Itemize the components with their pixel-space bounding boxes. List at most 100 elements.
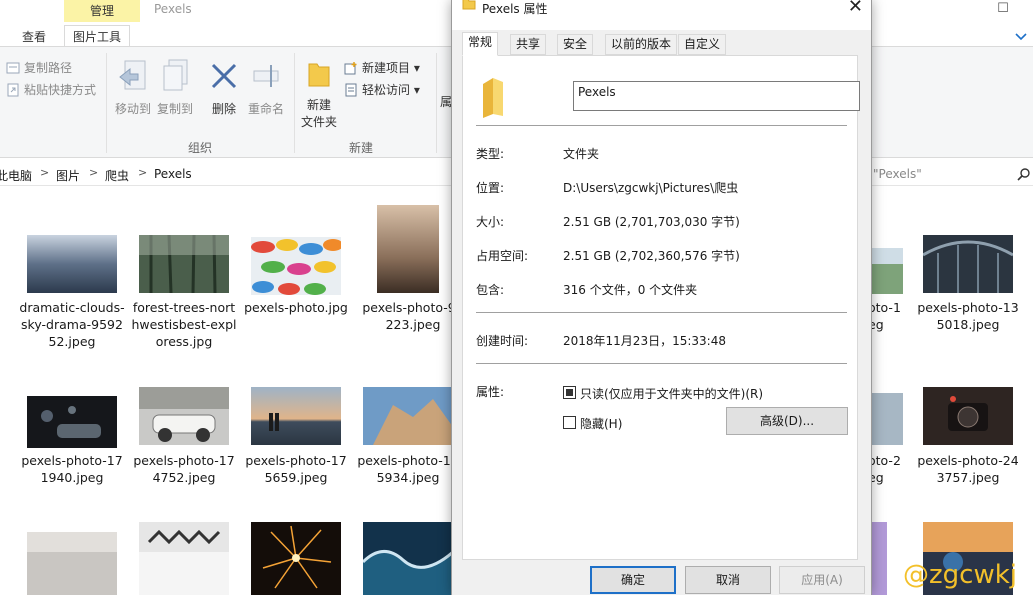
- apply-button[interactable]: 应用(A): [779, 566, 865, 594]
- file-thumbnail[interactable]: [251, 237, 343, 295]
- general-tab-panel: Pexels 类型: 文件夹 位置: D:\Users\zgcwkj\Pictu…: [462, 55, 860, 560]
- chevron-down-icon[interactable]: [1013, 28, 1029, 44]
- file-name-partial[interactable]: oto-2: [868, 452, 908, 469]
- copy-path-label: 复制路径: [24, 61, 73, 75]
- readonly-checkbox[interactable]: [563, 386, 576, 399]
- ribbon-separator: [106, 53, 107, 153]
- new-item-icon: [344, 61, 357, 74]
- close-button[interactable]: ✕: [848, 0, 863, 17]
- tab-general[interactable]: 常规: [462, 32, 499, 56]
- file-name[interactable]: pexels-photo-171940.jpeg: [19, 452, 125, 486]
- delete-x-icon: [211, 63, 237, 89]
- breadcrumb-separator: >: [138, 166, 148, 179]
- file-name[interactable]: pexels-photo-175934.jpeg: [355, 452, 461, 486]
- file-thumbnail[interactable]: [377, 205, 439, 293]
- file-thumbnail[interactable]: [139, 387, 229, 445]
- contains-label: 包含:: [476, 283, 505, 297]
- disk-size-label: 占用空间:: [476, 249, 529, 263]
- window-title: Pexels: [154, 2, 192, 16]
- type-value: 文件夹: [563, 147, 600, 161]
- contextual-tab-manage[interactable]: 管理: [64, 0, 140, 22]
- copy-to-icon: [163, 59, 188, 91]
- divider: [476, 125, 847, 126]
- tab-security[interactable]: 安全: [557, 34, 594, 55]
- file-thumbnail[interactable]: [922, 235, 1014, 293]
- breadcrumb-pictures[interactable]: 图片: [56, 167, 80, 184]
- created-value: 2018年11月23日，15:33:48: [563, 334, 726, 348]
- file-name[interactable]: pexels-photo.jpg: [243, 299, 349, 316]
- rename-icon: [253, 65, 279, 87]
- properties-dialog: Pexels 属性 ✕ 常规 共享 安全 以前的版本 自定义 Pexels 类型…: [451, 0, 872, 595]
- file-name[interactable]: dramatic-clouds-sky-drama-959252.jpeg: [19, 299, 125, 350]
- file-name[interactable]: pexels-photo-135018.jpeg: [915, 299, 1021, 333]
- ribbon-separator: [436, 53, 437, 153]
- hidden-checkbox[interactable]: [563, 416, 576, 429]
- new-folder-button[interactable]: 新建 文件夹: [299, 59, 339, 130]
- move-to-button[interactable]: 移动到: [113, 59, 153, 117]
- ribbon-separator: [294, 53, 295, 153]
- ok-button[interactable]: 确定: [590, 566, 676, 594]
- tab-picture-tools[interactable]: 图片工具: [64, 25, 131, 47]
- new-folder-label-1: 新建: [306, 98, 331, 112]
- search-input[interactable]: "Pexels": [873, 167, 922, 181]
- folder-icon: [308, 63, 330, 87]
- paste-shortcut-button[interactable]: 粘贴快捷方式: [6, 81, 96, 98]
- file-name-partial[interactable]: oto-1: [868, 299, 908, 316]
- paste-shortcut-label: 粘贴快捷方式: [24, 83, 97, 97]
- paste-shortcut-icon: [7, 83, 19, 96]
- watermark-text: @zgcwkj: [903, 560, 1017, 590]
- move-to-icon: [119, 60, 146, 90]
- advanced-button[interactable]: 高级(D)...: [726, 407, 848, 435]
- rename-label: 重命名: [247, 102, 284, 116]
- breadcrumb-crawler[interactable]: 爬虫: [105, 167, 129, 184]
- divider: [476, 312, 847, 313]
- copy-path-icon: [6, 62, 20, 73]
- copy-to-button[interactable]: 复制到: [155, 59, 195, 117]
- file-thumbnail[interactable]: [139, 234, 229, 294]
- readonly-label[interactable]: 只读(仅应用于文件夹中的文件)(R): [580, 385, 763, 402]
- file-thumbnail[interactable]: [363, 387, 453, 445]
- tab-customize[interactable]: 自定义: [678, 34, 727, 55]
- file-thumbnail[interactable]: [27, 235, 117, 293]
- file-thumbnail[interactable]: [871, 522, 887, 595]
- file-thumbnail[interactable]: [923, 387, 1013, 445]
- tab-sharing[interactable]: 共享: [510, 34, 547, 55]
- hidden-label[interactable]: 隐藏(H): [580, 415, 622, 432]
- tab-view[interactable]: 查看: [22, 28, 46, 45]
- easy-access-button[interactable]: 轻松访问 ▾: [344, 81, 420, 98]
- size-value: 2.51 GB (2,701,703,030 字节): [563, 215, 740, 229]
- file-name-partial[interactable]: eg: [868, 316, 908, 333]
- file-thumbnail[interactable]: [871, 393, 903, 445]
- delete-button[interactable]: 删除: [205, 59, 243, 117]
- cancel-button[interactable]: 取消: [685, 566, 771, 594]
- size-label: 大小:: [476, 215, 505, 229]
- file-thumbnail[interactable]: [27, 396, 117, 454]
- file-thumbnail[interactable]: [871, 248, 903, 294]
- tab-previous-versions[interactable]: 以前的版本: [605, 34, 678, 55]
- dialog-titlebar[interactable]: Pexels 属性 ✕: [452, 0, 871, 30]
- file-thumbnail[interactable]: [361, 522, 454, 595]
- file-name[interactable]: pexels-photo-175659.jpeg: [243, 452, 349, 486]
- maximize-button[interactable]: ☐: [980, 0, 1026, 20]
- rename-button[interactable]: 重命名: [245, 59, 287, 117]
- group-label-organize: 组织: [188, 141, 213, 155]
- file-thumbnail[interactable]: [139, 522, 229, 595]
- new-item-button[interactable]: 新建项目 ▾: [344, 59, 420, 76]
- location-value: D:\Users\zgcwkj\Pictures\爬虫: [563, 181, 739, 195]
- location-label: 位置:: [476, 181, 505, 195]
- file-name[interactable]: pexels-photo-243757.jpeg: [915, 452, 1021, 486]
- breadcrumb-pexels[interactable]: Pexels: [154, 167, 192, 181]
- file-thumbnail[interactable]: [251, 522, 341, 595]
- breadcrumb-separator: >: [40, 166, 50, 179]
- breadcrumb-this-pc[interactable]: 此电脑: [0, 167, 32, 184]
- file-thumbnail[interactable]: [251, 387, 341, 445]
- file-name[interactable]: pexels-photo-174752.jpeg: [131, 452, 237, 486]
- file-name[interactable]: forest-trees-northwestisbest-exploress.j…: [131, 299, 237, 350]
- folder-name-input[interactable]: Pexels: [573, 81, 860, 111]
- file-thumbnail[interactable]: [27, 532, 117, 595]
- file-name-partial[interactable]: eg: [868, 469, 908, 486]
- dialog-tabs: 常规 共享 安全 以前的版本 自定义: [452, 30, 871, 56]
- copy-path-button[interactable]: 复制路径: [6, 59, 72, 76]
- search-icon[interactable]: [1017, 167, 1031, 181]
- type-label: 类型:: [476, 147, 505, 161]
